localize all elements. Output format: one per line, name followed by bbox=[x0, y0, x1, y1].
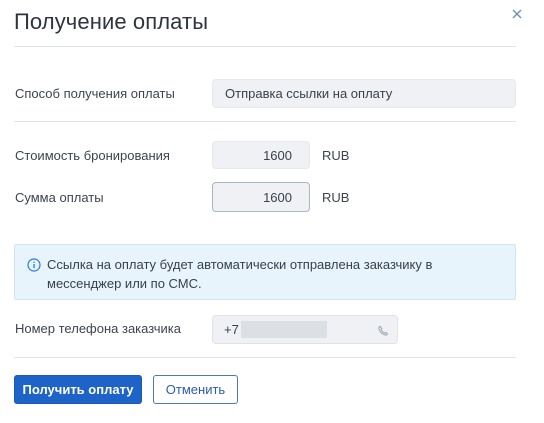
payment-sum-label: Сумма оплаты bbox=[15, 190, 104, 205]
payment-dialog: Получение оплаты Способ получения оплаты… bbox=[0, 0, 544, 423]
info-icon bbox=[27, 258, 41, 272]
cancel-button[interactable]: Отменить bbox=[153, 375, 238, 404]
divider bbox=[14, 121, 516, 122]
customer-phone-label: Номер телефона заказчика bbox=[15, 321, 182, 336]
dialog-title: Получение оплаты bbox=[14, 9, 209, 34]
phone-icon bbox=[377, 324, 389, 336]
payment-method-field[interactable]: Отправка ссылки на оплату bbox=[212, 79, 516, 108]
payment-sum-input[interactable]: 1600 bbox=[212, 182, 310, 212]
customer-phone-field[interactable]: +7 bbox=[212, 315, 398, 344]
info-text: Ссылка на оплату будет автоматически отп… bbox=[47, 257, 433, 291]
close-icon[interactable] bbox=[510, 7, 524, 21]
get-payment-button[interactable]: Получить оплату bbox=[14, 375, 142, 404]
booking-cost-label: Стоимость бронирования bbox=[15, 148, 170, 163]
divider bbox=[14, 46, 516, 47]
divider bbox=[14, 357, 516, 358]
payment-method-label: Способ получения оплаты bbox=[15, 86, 175, 101]
info-banner: Ссылка на оплату будет автоматически отп… bbox=[14, 244, 516, 300]
booking-cost-currency: RUB bbox=[322, 148, 350, 163]
phone-number-redacted bbox=[241, 321, 327, 338]
payment-sum-currency: RUB bbox=[322, 190, 350, 205]
booking-cost-field: 1600 bbox=[212, 141, 310, 169]
phone-prefix: +7 bbox=[224, 322, 239, 337]
